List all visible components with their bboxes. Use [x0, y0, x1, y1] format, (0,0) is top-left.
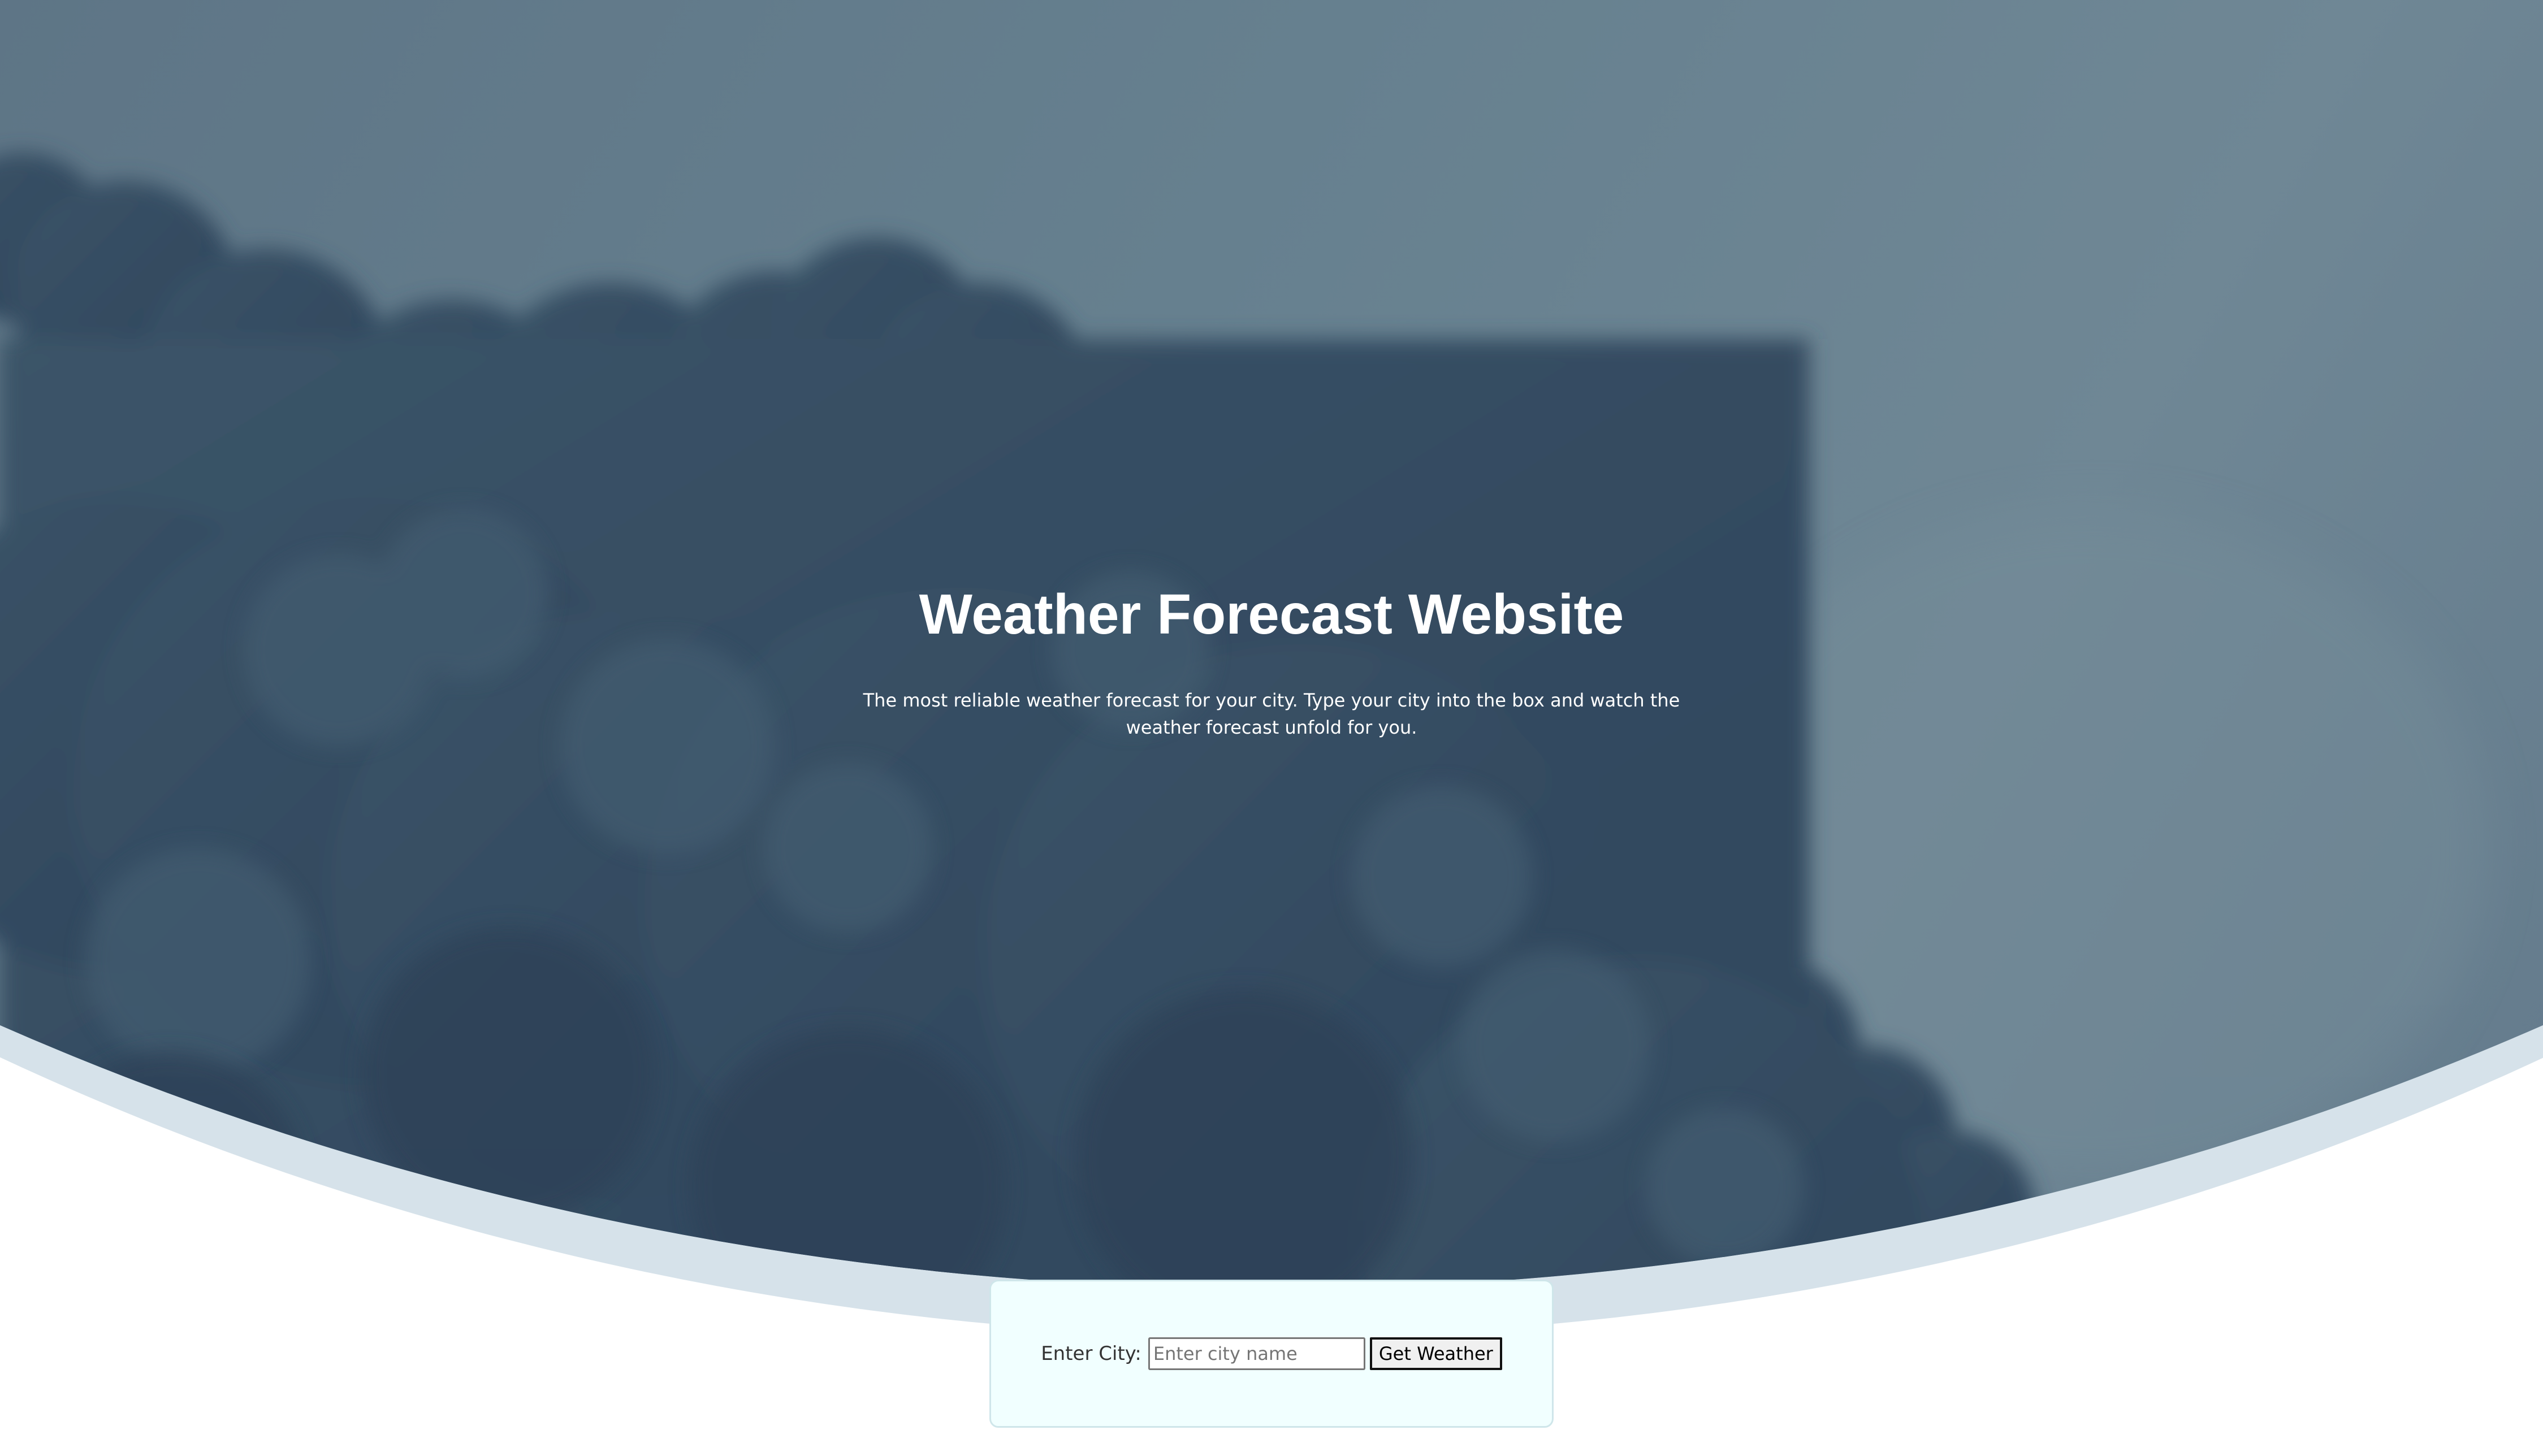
city-search-input[interactable] — [1148, 1337, 1365, 1370]
page: Weather Forecast Website The most reliab… — [0, 0, 2543, 1456]
city-input-label: Enter City: — [1041, 1342, 1141, 1365]
get-weather-button[interactable]: Get Weather — [1369, 1337, 1502, 1370]
page-subtitle: The most reliable weather forecast for y… — [863, 690, 1680, 738]
city-search-form: Enter City: Get Weather — [1041, 1337, 1502, 1370]
page-title: Weather Forecast Website — [919, 583, 1624, 646]
city-search-card: Enter City: Get Weather — [989, 1280, 1554, 1428]
